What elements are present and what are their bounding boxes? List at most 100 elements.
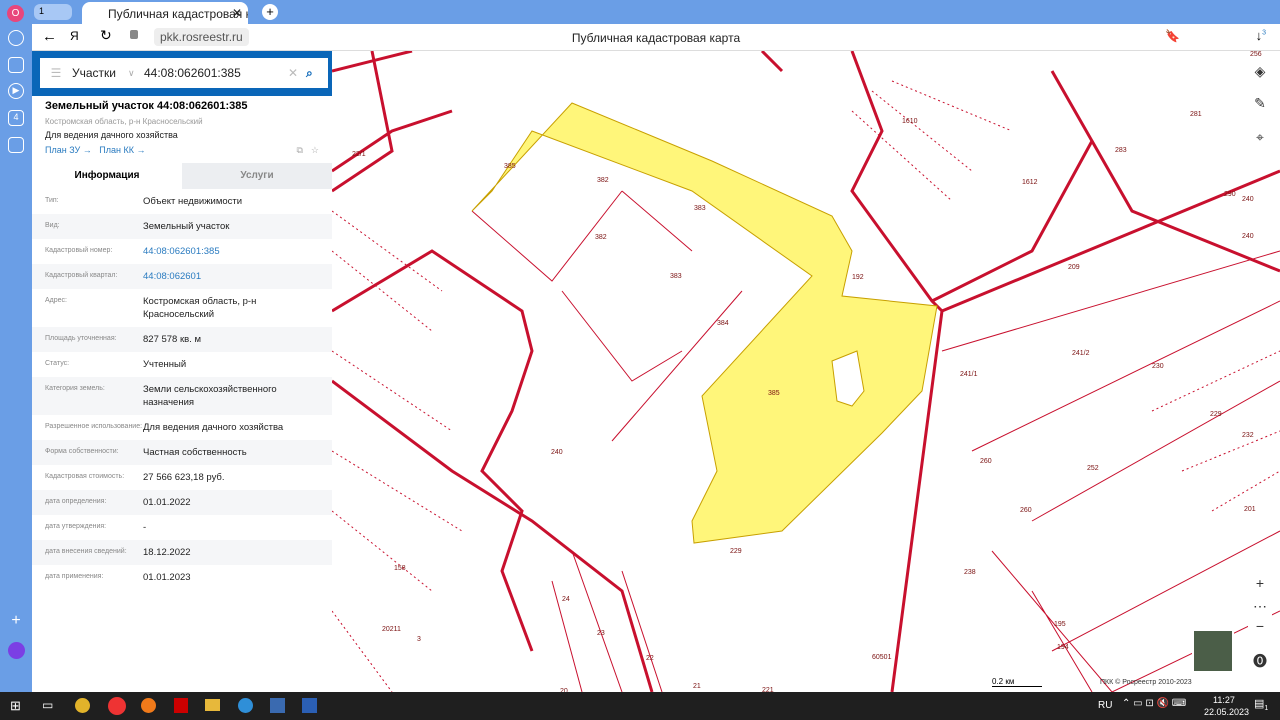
plan-zu-link[interactable]: План ЗУ →: [45, 145, 92, 155]
attribute-label: Разрешенное использование:: [45, 423, 143, 430]
satellite-preview[interactable]: [1192, 629, 1234, 673]
parcel-label: 290: [1224, 191, 1236, 198]
attribute-label: дата применения:: [45, 573, 104, 580]
parcel-label: 260: [1020, 507, 1032, 514]
active-tab[interactable]: Публичная кадастровая карта✕: [82, 2, 248, 24]
plan-kk-link[interactable]: План КК →: [99, 145, 145, 155]
parcel-label: 385: [768, 390, 780, 397]
new-tab-button[interactable]: +: [262, 4, 278, 20]
attribute-value[interactable]: 44:08:062601: [143, 270, 319, 283]
parcel-label: 3: [417, 636, 421, 643]
parcel-label: 382: [595, 234, 607, 241]
tab-info[interactable]: Информация: [32, 163, 182, 189]
close-tab-icon[interactable]: ✕: [232, 6, 242, 20]
search-icon[interactable]: ⌕: [306, 66, 328, 81]
attribute-value: 01.01.2022: [143, 497, 191, 508]
screenshot-icon[interactable]: [8, 137, 24, 153]
language-indicator[interactable]: RU: [1098, 700, 1112, 711]
attribute-value: Костромская область, р-н Красносельский: [143, 296, 257, 320]
parcel-label: 194: [1057, 644, 1069, 651]
parcel-label: 1610: [902, 118, 918, 125]
browser-sidebar: О ▶ 4 +: [0, 0, 32, 692]
category-select[interactable]: Участки: [72, 66, 128, 80]
attribute-row: Кадастровая стоимость: 27 566 623,18 руб.: [32, 465, 332, 490]
taskview-icon[interactable]: ▭: [42, 698, 53, 712]
parcel-label: 20211: [382, 626, 401, 633]
measure-button[interactable]: ✎: [1248, 91, 1272, 115]
downloads-icon[interactable]: ↓3: [1256, 28, 1266, 43]
start-icon[interactable]: ⊞: [10, 698, 21, 714]
clock-time[interactable]: 11:27: [1213, 695, 1235, 705]
history-icon[interactable]: [8, 30, 24, 46]
parcel-label: 238: [964, 569, 976, 576]
parcel-label: 240: [1242, 233, 1254, 240]
attributes-table: Тип: Объект недвижимости Вид: Земельный уча…: [32, 189, 332, 590]
map-canvas[interactable]: 385 382 383 382 383 384 385 240 229 209 241/1 241/2…: [332, 51, 1280, 692]
favorite-icon[interactable]: ☆: [311, 145, 319, 156]
tab-services[interactable]: Услуги: [182, 163, 332, 189]
zoom-out-button[interactable]: −: [1248, 614, 1272, 638]
attribute-value: 27 566 623,18 руб.: [143, 472, 225, 483]
parcel-label: 240: [551, 449, 563, 456]
explorer-icon[interactable]: [205, 699, 220, 711]
search-input[interactable]: 44:08:062601:385: [144, 66, 288, 80]
collections-icon[interactable]: [8, 57, 24, 73]
parcel-label: 241/2: [1072, 350, 1090, 357]
compass-button[interactable]: ⓿: [1248, 649, 1272, 673]
zoom-in-button[interactable]: +: [1248, 571, 1272, 595]
attribute-label: Кадастровая стоимость:: [45, 473, 125, 480]
attribute-value[interactable]: 44:08:062601:385: [143, 245, 319, 258]
info-panel: ☰ Участки ∨ 44:08:062601:385 ✕ ⌕ Земельн…: [32, 51, 332, 692]
locate-button[interactable]: ⌖: [1248, 125, 1272, 149]
layers-button[interactable]: ◈: [1248, 59, 1272, 83]
attribute-value: Объект недвижимости: [143, 196, 243, 207]
cadastral-map[interactable]: 385 382 383 382 383 384 385 240 229 209 241/1 241/2…: [332, 51, 1280, 692]
search-bar: ☰ Участки ∨ 44:08:062601:385 ✕ ⌕: [40, 58, 328, 88]
address-bar: ← Я ↻ pkk.rosreestr.ru Публичная кадастр…: [32, 24, 1280, 51]
object-region: Костромская область, р-н Красносельский: [45, 117, 203, 126]
add-panel-icon[interactable]: +: [8, 613, 24, 630]
parcel-label: 256: [1250, 51, 1262, 58]
attribute-row: Кадастровый квартал: 44:08:062601: [32, 264, 332, 289]
alice-icon[interactable]: [8, 642, 25, 659]
attribute-value: 01.01.2023: [143, 572, 191, 583]
notification-count: 1: [1264, 705, 1269, 713]
firefox-icon[interactable]: [141, 698, 156, 713]
attribute-row: Вид: Земельный участок: [32, 214, 332, 239]
attribute-value: Частная собственность: [143, 447, 247, 458]
profile-badge[interactable]: О: [7, 5, 24, 22]
app-icon[interactable]: [270, 698, 285, 713]
parcel-label: 192: [852, 274, 864, 281]
word-icon[interactable]: [302, 698, 317, 713]
chrome-icon[interactable]: [75, 698, 90, 713]
parcel-label: 209: [1068, 264, 1080, 271]
yandex-browser-icon[interactable]: [108, 697, 126, 715]
attribute-row: Площадь уточненная: 827 578 кв. м: [32, 327, 332, 352]
parcel-label: 22/1: [352, 151, 366, 158]
chevron-down-icon[interactable]: ∨: [128, 68, 144, 79]
clock-date[interactable]: 22.05.2023: [1204, 707, 1249, 717]
parcel-label: 229: [1210, 411, 1222, 418]
notification-icon[interactable]: ▤1: [1254, 697, 1268, 712]
parcel-label: 201: [1244, 506, 1256, 513]
menu-icon[interactable]: ☰: [40, 66, 72, 80]
zoom-to-icon[interactable]: ⧉: [296, 145, 302, 156]
tray-icons[interactable]: ⌃ ▭ ⊡ 🔇 ⌨: [1122, 698, 1186, 709]
tab-title: Публичная кадастровая карта: [108, 7, 248, 21]
video-icon[interactable]: ▶: [8, 83, 24, 99]
attribute-label: дата внесения сведений:: [45, 548, 127, 555]
bookmark-icon[interactable]: 🔖: [1165, 29, 1180, 43]
attribute-row: дата утверждения: -: [32, 515, 332, 540]
parcel-label: 240: [1242, 196, 1254, 203]
parcel-label: 383: [670, 273, 682, 280]
parcel-label: 383: [694, 205, 706, 212]
attribute-value: -: [143, 522, 147, 533]
tab-group-button[interactable]: 1: [34, 4, 72, 20]
clear-icon[interactable]: ✕: [288, 66, 306, 80]
edge-icon[interactable]: [238, 698, 253, 713]
parcel-label: 230: [1152, 363, 1164, 370]
acrobat-icon[interactable]: [174, 698, 188, 713]
counter-icon[interactable]: 4: [8, 110, 24, 126]
selected-parcel[interactable]: [471, 102, 938, 544]
parcel-label: 283: [1115, 147, 1127, 154]
